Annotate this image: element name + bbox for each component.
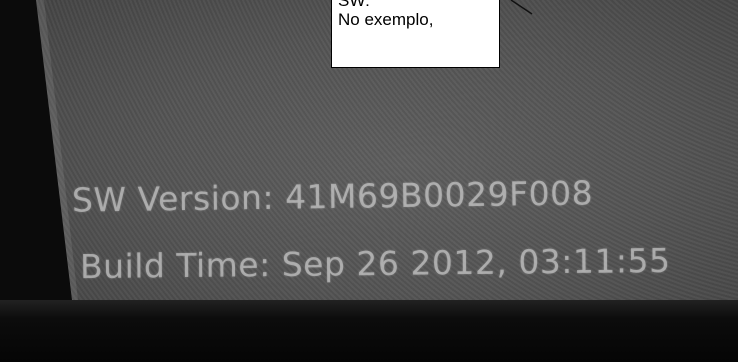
callout-pointer-line bbox=[510, 0, 533, 15]
